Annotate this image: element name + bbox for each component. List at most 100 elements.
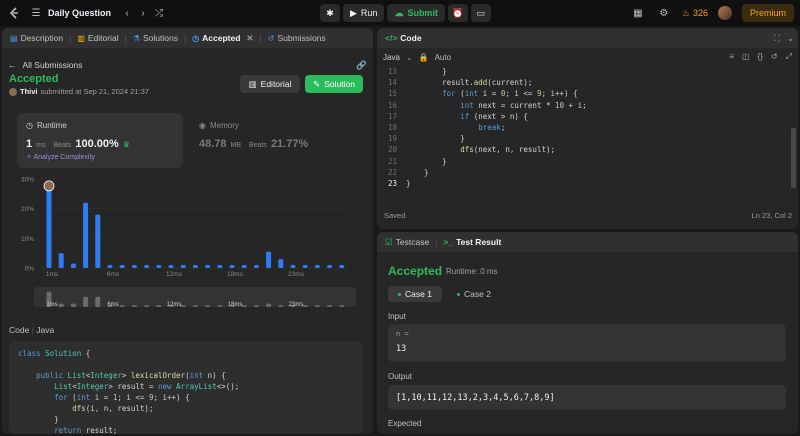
x-tick-label: 12ms [166, 271, 183, 278]
streak-counter[interactable]: ♨ 326 [682, 8, 708, 19]
format-icon[interactable]: ≡ [729, 52, 734, 62]
chart-bar [217, 265, 223, 268]
layout-icon[interactable]: ▦ [630, 5, 646, 21]
code-panel: </> Code ⛶ ⌄ Java ⌄ 🔒 Auto ≡ ◫ {} ↺ ⤢ 13 … [377, 28, 798, 229]
notes-button[interactable]: ▭ [470, 4, 491, 22]
code-line: class Solution { [18, 349, 91, 358]
editor-line: } [406, 156, 447, 166]
alarm-icon: ⏰ [452, 7, 464, 18]
result-panel: ☑ Testcase | >_ Test Result Accepted Runti… [377, 232, 798, 434]
bookmark-icon[interactable]: ◫ [742, 52, 750, 62]
chart-bar [168, 265, 174, 268]
input-label: Input [388, 312, 406, 321]
y-tick-label: 20% [21, 206, 34, 213]
chart-bar [192, 265, 198, 268]
chart-bar [205, 265, 211, 268]
line-number: 21 [387, 156, 397, 166]
mini-bar [302, 305, 308, 307]
case-1-tab[interactable]: Case 1 [388, 286, 442, 302]
premium-button[interactable]: Premium [741, 4, 794, 22]
mini-bar [131, 305, 137, 307]
code-tab-bar: </> Code ⛶ ⌄ [377, 28, 798, 48]
line-number: 13 [387, 67, 397, 76]
chart-bar [107, 265, 113, 268]
chart-bar [131, 265, 137, 268]
mini-tick-label: 18ms [228, 302, 243, 308]
mini-bar [58, 303, 64, 307]
runtime-distribution-chart[interactable]: 30% 20% 10% 0% 1ms 6ms 12ms 18ms 23ms 1ms 6ms 12ms 1… [0, 0, 372, 320]
mini-bar [144, 305, 150, 307]
expand-icon[interactable]: ⛶ [774, 33, 780, 44]
editor-line: } [406, 179, 411, 188]
chart-bar [241, 265, 247, 268]
editor-toolbar: Java ⌄ 🔒 Auto ≡ ◫ {} ↺ ⤢ [377, 48, 798, 66]
tab-testcase[interactable]: ☑ Testcase [381, 232, 433, 252]
mini-bar [156, 305, 162, 307]
code-editor[interactable]: 13 } 14 result.add(current); 15 for (int i… [377, 66, 798, 216]
submit-button[interactable]: ☁ Submit [387, 4, 445, 22]
timer-button[interactable]: ⏰ [447, 4, 468, 22]
line-number: 16 [387, 100, 397, 110]
code-line: for (int i = 1; i <= 9; i++) { [54, 393, 190, 402]
chart-bar [290, 265, 296, 268]
more-icon[interactable]: ⌄ [787, 33, 794, 44]
fire-icon: ♨ [681, 7, 690, 18]
scrollbar[interactable] [791, 128, 796, 188]
reset-icon[interactable]: ↺ [771, 52, 778, 62]
note-icon: ▭ [476, 7, 486, 18]
code-line: return result; [54, 426, 118, 435]
chart-bar [253, 265, 259, 268]
mini-bar [70, 303, 76, 307]
settings-icon[interactable]: ⚙ [656, 5, 672, 21]
y-tick-label: 0% [25, 266, 35, 273]
line-number: 15 [387, 89, 397, 99]
mini-tick-label: 1ms [46, 302, 57, 308]
y-tick-label: 30% [21, 177, 34, 184]
chart-bar [229, 265, 235, 268]
streak-count: 326 [692, 8, 708, 18]
input-var-name: n = [396, 330, 409, 338]
line-number: 23 [387, 179, 397, 188]
pass-dot [398, 292, 401, 296]
code-icon: </> [385, 33, 398, 43]
chart-bar [144, 265, 150, 268]
x-tick-label: 1ms [46, 271, 59, 278]
mini-bar [266, 303, 272, 307]
user-position-avatar [43, 180, 55, 192]
avatar[interactable] [717, 6, 732, 20]
braces-icon[interactable]: {} [758, 52, 763, 62]
fullscreen-icon[interactable]: ⤢ [786, 52, 792, 62]
lock-icon: 🔒 [418, 52, 429, 62]
input-value: 13 [396, 344, 407, 354]
auto-mode[interactable]: Auto [435, 53, 451, 62]
chart-bar [156, 265, 162, 268]
language-select[interactable]: Java [383, 53, 400, 62]
mini-bar [119, 305, 125, 307]
chart-bar [70, 263, 76, 268]
code-line: } [18, 415, 59, 424]
editor-line: int next = current * 10 + i; [460, 100, 587, 110]
input-box: n = 13 [388, 324, 786, 362]
mini-bar [217, 305, 223, 307]
tab-test-result[interactable]: >_ Test Result [439, 232, 505, 252]
chevron-down-icon: ⌄ [405, 52, 413, 62]
editor-line: } [406, 67, 447, 76]
mini-tick-label: 6ms [107, 302, 118, 308]
x-tick-label: 18ms [227, 271, 244, 278]
editor-line: dfs(next, n, result); [460, 145, 556, 155]
mini-bar [253, 305, 259, 307]
case-2-tab[interactable]: Case 2 [447, 286, 501, 302]
output-value: [1,10,11,12,13,2,3,4,5,6,7,8,9] [396, 393, 555, 403]
line-number: 19 [387, 134, 397, 144]
mini-bar [83, 296, 89, 307]
result-tab-bar: ☑ Testcase | >_ Test Result [377, 232, 798, 252]
chart-bar [278, 259, 284, 268]
checkbox-icon: ☑ [385, 236, 393, 247]
mini-tick-label: 23ms [289, 302, 304, 308]
x-tick-label: 6ms [107, 271, 120, 278]
tab-code[interactable]: </> Code [381, 28, 426, 48]
editor-status: Saved [384, 211, 406, 220]
chart-bar [95, 214, 101, 268]
chart-bar [58, 253, 64, 268]
